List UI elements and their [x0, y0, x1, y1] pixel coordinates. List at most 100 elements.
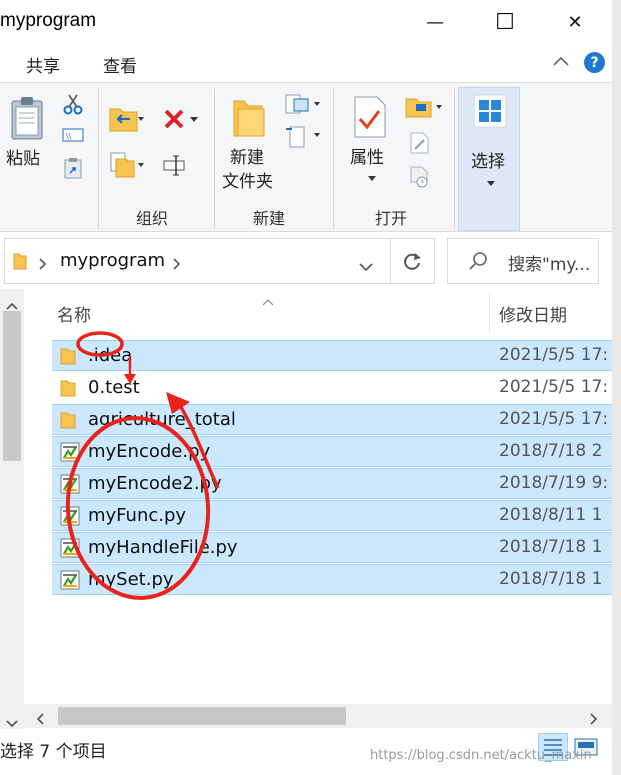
file-name: mySet.py — [88, 569, 174, 590]
tab-view[interactable]: 查看 — [103, 52, 137, 77]
rename-button[interactable] — [162, 153, 188, 181]
new-item-button[interactable] — [284, 93, 322, 119]
copy-to-icon — [110, 152, 144, 178]
clipboard-icon — [11, 97, 43, 140]
minimize-icon: — — [426, 11, 444, 33]
close-button[interactable]: ✕ — [540, 0, 610, 44]
new-folder-label-1: 新建 — [230, 148, 264, 168]
ribbon-tabs: 共享 查看 — [0, 44, 621, 82]
properties-dropdown-icon[interactable] — [368, 167, 376, 186]
title-bar: myprogram — ☐ ✕ — [0, 0, 621, 44]
paste-shortcut-button[interactable] — [64, 157, 82, 183]
history-button[interactable] — [408, 165, 430, 193]
new-folder-button[interactable] — [230, 95, 266, 143]
file-name: myHandleFile.py — [88, 537, 238, 558]
window-title: myprogram — [0, 10, 97, 31]
easy-access-button[interactable] — [284, 123, 322, 153]
file-modified-date: 2018/8/11 1 — [499, 505, 603, 525]
paste-button[interactable] — [10, 95, 44, 145]
edit-button[interactable] — [408, 131, 430, 159]
file-row[interactable]: myEncode2.py 2018/7/19 9: — [52, 468, 612, 499]
copy-to-button[interactable] — [108, 151, 144, 183]
select-label: 选择 — [471, 152, 505, 172]
file-row[interactable]: myEncode.py 2018/7/18 2 — [52, 436, 612, 467]
horizontal-scrollbar[interactable] — [24, 704, 612, 728]
ribbon: 粘贴 \\ 组织 新建 文件夹 新建 属性 打开 选择 — [0, 82, 612, 232]
file-name: myEncode.py — [88, 441, 211, 462]
scroll-left-icon[interactable] — [36, 710, 44, 729]
minimize-button[interactable]: — — [400, 0, 470, 44]
search-input[interactable]: 搜索"my... — [508, 250, 590, 275]
group-organize-label: 组织 — [136, 209, 169, 228]
svg-text:\\: \\ — [66, 132, 72, 141]
delete-icon — [164, 109, 198, 129]
new-folder-label-2: 文件夹 — [222, 172, 273, 192]
easy-access-icon — [286, 126, 320, 148]
properties-icon — [354, 96, 386, 138]
column-header-modified[interactable]: 修改日期 — [499, 301, 567, 326]
file-modified-date: 2018/7/18 1 — [499, 569, 603, 589]
search-icon — [468, 251, 488, 275]
python-file-icon — [60, 506, 80, 530]
paste-shortcut-icon — [64, 158, 82, 179]
vertical-scrollbar[interactable] — [0, 289, 24, 729]
select-dropdown-icon — [487, 172, 495, 191]
scissors-icon — [63, 94, 83, 115]
maximize-button[interactable]: ☐ — [470, 0, 540, 44]
help-icon[interactable]: ? — [584, 52, 605, 73]
python-file-icon — [60, 570, 80, 594]
search-box[interactable]: 搜索"my... — [447, 238, 599, 284]
column-header-name[interactable]: 名称 — [57, 301, 91, 326]
refresh-icon[interactable] — [401, 250, 423, 276]
group-new-label: 新建 — [253, 209, 286, 228]
delete-button[interactable] — [162, 107, 202, 137]
maximize-icon: ☐ — [495, 9, 515, 35]
file-name: agriculture_total — [88, 409, 236, 430]
file-name: .idea — [88, 345, 133, 366]
file-name: 0.test — [88, 377, 140, 398]
folder-icon — [13, 251, 27, 275]
chevron-right-icon[interactable] — [39, 255, 47, 274]
folder-icon — [60, 410, 76, 434]
file-row[interactable]: mySet.py 2018/7/18 1 — [52, 564, 612, 595]
cut-button[interactable] — [62, 93, 84, 119]
close-icon: ✕ — [567, 11, 583, 33]
copy-path-button[interactable]: \\ — [62, 127, 84, 147]
tab-share[interactable]: 共享 — [26, 52, 60, 77]
folder-icon — [60, 378, 76, 402]
status-selection-count: 选择 7 个项目 — [0, 742, 107, 762]
background-window-edge — [612, 0, 621, 775]
breadcrumb-current[interactable]: myprogram — [60, 250, 165, 271]
history-icon — [410, 166, 428, 188]
scroll-down-icon[interactable] — [6, 713, 18, 732]
move-to-icon — [109, 108, 144, 132]
file-row[interactable]: 0.test 2021/5/5 17: — [52, 372, 612, 403]
move-to-button[interactable] — [108, 105, 144, 137]
file-row[interactable]: myFunc.py 2018/8/11 1 — [52, 500, 612, 531]
chevron-down-icon[interactable] — [359, 257, 373, 276]
file-row[interactable]: myHandleFile.py 2018/7/18 1 — [52, 532, 612, 563]
select-button[interactable]: 选择 — [458, 87, 520, 231]
file-list: 名称 修改日期 .idea 2021/5/5 17: 0.test 2021/5/5 … — [0, 289, 612, 704]
properties-button[interactable] — [352, 95, 388, 143]
file-name: myEncode2.py — [88, 473, 222, 494]
python-file-icon — [60, 442, 80, 466]
file-row[interactable]: agriculture_total 2021/5/5 17: — [52, 404, 612, 435]
folder-icon — [60, 346, 76, 370]
file-modified-date: 2021/5/5 17: — [499, 409, 609, 429]
folder-icon — [233, 100, 265, 137]
file-modified-date: 2018/7/19 9: — [499, 473, 609, 493]
chevron-right-icon[interactable] — [173, 255, 181, 274]
scroll-right-icon[interactable] — [590, 710, 598, 729]
horizontal-scroll-thumb[interactable] — [58, 707, 346, 725]
edit-icon — [410, 132, 429, 154]
open-button[interactable] — [404, 95, 444, 123]
new-item-icon — [285, 94, 320, 114]
ribbon-collapse-icon[interactable] — [552, 52, 570, 71]
vertical-scroll-thumb[interactable] — [3, 311, 21, 461]
watermark: https://blog.csdn.net/acktu_maxin — [370, 748, 592, 763]
sort-ascending-icon — [262, 291, 274, 310]
file-row[interactable]: .idea 2021/5/5 17: — [52, 340, 612, 371]
file-modified-date: 2021/5/5 17: — [499, 377, 609, 397]
address-bar[interactable]: myprogram — [4, 238, 435, 284]
